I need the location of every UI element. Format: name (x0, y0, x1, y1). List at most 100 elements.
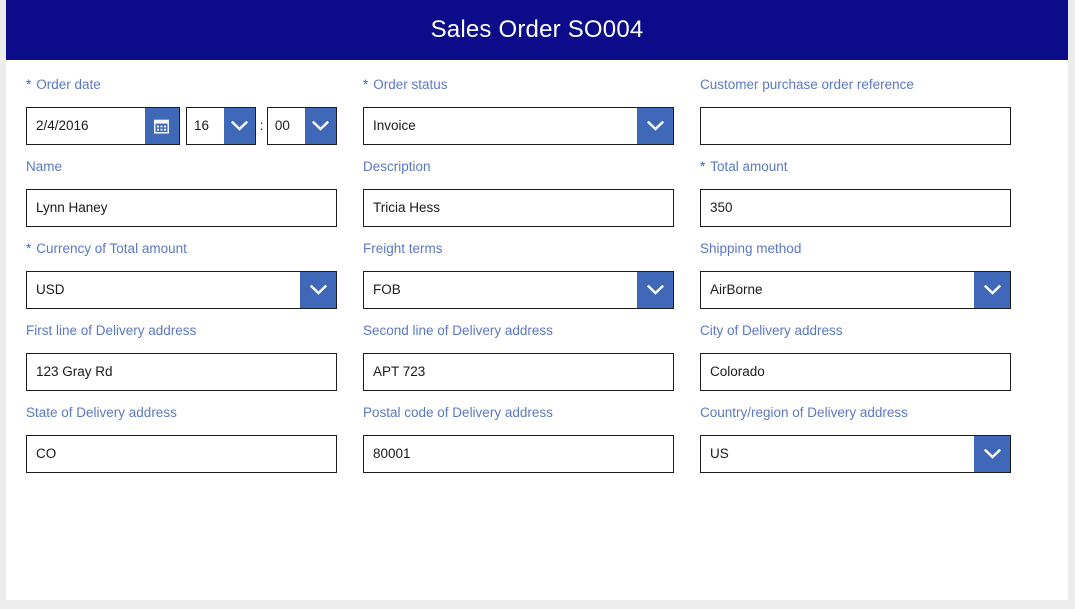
label-currency-of-total-amount: * Currency of Total amount (26, 241, 337, 257)
input-city-of-delivery-address[interactable]: Colorado (700, 353, 1011, 391)
label-order-status: * Order status (363, 77, 674, 93)
value-freight-terms[interactable]: FOB (364, 283, 637, 297)
form-row: First line of Delivery address 123 Gray R… (26, 323, 1048, 391)
calendar-icon[interactable] (144, 108, 179, 144)
label-first-line-of-delivery-address: First line of Delivery address (26, 323, 337, 339)
field-label-text: State of Delivery address (26, 405, 177, 420)
field-label-text: Customer purchase order reference (700, 77, 914, 92)
input-second-line-of-delivery-address[interactable]: APT 723 (363, 353, 674, 391)
chevron-down-icon[interactable] (300, 272, 336, 308)
input-name[interactable]: Lynn Haney (26, 189, 337, 227)
field-label-text: City of Delivery address (700, 323, 843, 338)
field-city-of-delivery-address: City of Delivery address Colorado (700, 323, 1011, 391)
field-first-line-of-delivery-address: First line of Delivery address 123 Gray R… (26, 323, 337, 391)
field-label-text: Postal code of Delivery address (363, 405, 553, 420)
field-label-text: Description (363, 159, 431, 174)
required-marker: * (363, 77, 369, 92)
field-shipping-method: Shipping method AirBorne (700, 241, 1011, 309)
value-country-region-of-delivery-address[interactable]: US (701, 447, 974, 461)
hour-stepper[interactable]: 16 (185, 107, 257, 145)
select-currency-of-total-amount[interactable]: USD (26, 271, 337, 309)
page-title: Sales Order SO004 (430, 16, 644, 43)
label-state-of-delivery-address: State of Delivery address (26, 405, 337, 421)
label-country-region-of-delivery-address: Country/region of Delivery address (700, 405, 1011, 421)
select-shipping-method[interactable]: AirBorne (700, 271, 1011, 309)
label-name: Name (26, 159, 337, 175)
sales-order-form: * Order date 2/4/2016 16:00 * Order status Inv… (6, 60, 1068, 473)
value-shipping-method[interactable]: AirBorne (701, 283, 974, 297)
field-label-text: Total amount (710, 159, 788, 174)
field-label-text: Shipping method (700, 241, 802, 256)
value-second-line-of-delivery-address[interactable]: APT 723 (364, 365, 673, 379)
chevron-down-icon[interactable] (974, 436, 1010, 472)
input-state-of-delivery-address[interactable]: CO (26, 435, 337, 473)
field-order-date: * Order date 2/4/2016 16:00 (26, 77, 337, 145)
form-row: * Currency of Total amount USD Freight term… (26, 241, 1048, 309)
field-second-line-of-delivery-address: Second line of Delivery address APT 723 (363, 323, 674, 391)
chevron-down-icon[interactable] (637, 108, 673, 144)
field-state-of-delivery-address: State of Delivery address CO (26, 405, 337, 473)
minute-value[interactable]: 00 (268, 119, 305, 133)
field-label-text: Order date (36, 77, 101, 92)
label-city-of-delivery-address: City of Delivery address (700, 323, 1011, 339)
value-total-amount[interactable]: 350 (701, 201, 1010, 215)
minute-stepper[interactable]: 00 (266, 107, 337, 145)
datetime-group-order-date: 2/4/2016 16:00 (26, 107, 337, 145)
input-total-amount[interactable]: 350 (700, 189, 1011, 227)
chevron-down-icon[interactable] (305, 108, 336, 144)
field-label-text: Order status (373, 77, 448, 92)
form-row: * Order date 2/4/2016 16:00 * Order status Inv… (26, 77, 1048, 145)
field-freight-terms: Freight terms FOB (363, 241, 674, 309)
date-input-order-date[interactable]: 2/4/2016 (26, 107, 180, 145)
chevron-down-icon[interactable] (974, 272, 1010, 308)
field-label-text: First line of Delivery address (26, 323, 197, 338)
form-row: State of Delivery address CO Postal code o… (26, 405, 1048, 473)
select-order-status[interactable]: Invoice (363, 107, 674, 145)
label-second-line-of-delivery-address: Second line of Delivery address (363, 323, 674, 339)
input-description[interactable]: Tricia Hess (363, 189, 674, 227)
window-header: Sales Order SO004 (6, 0, 1068, 60)
value-description[interactable]: Tricia Hess (364, 201, 673, 215)
label-description: Description (363, 159, 674, 175)
hour-value[interactable]: 16 (187, 119, 224, 133)
value-state-of-delivery-address[interactable]: CO (27, 447, 336, 461)
value-first-line-of-delivery-address[interactable]: 123 Gray Rd (27, 365, 336, 379)
field-label-text: Country/region of Delivery address (700, 405, 908, 420)
field-total-amount: * Total amount 350 (700, 159, 1011, 227)
field-country-region-of-delivery-address: Country/region of Delivery address US (700, 405, 1011, 473)
label-freight-terms: Freight terms (363, 241, 674, 257)
value-currency-of-total-amount[interactable]: USD (27, 283, 300, 297)
value-name[interactable]: Lynn Haney (27, 201, 336, 215)
input-postal-code-of-delivery-address[interactable]: 80001 (363, 435, 674, 473)
input-customer-purchase-order-reference[interactable] (700, 107, 1011, 145)
time-separator: : (259, 118, 264, 134)
field-label-text: Second line of Delivery address (363, 323, 553, 338)
sales-order-card: Sales Order SO004 * Order date 2/4/2016 16:… (6, 0, 1068, 600)
field-postal-code-of-delivery-address: Postal code of Delivery address 80001 (363, 405, 674, 473)
field-label-text: Name (26, 159, 63, 174)
label-order-date: * Order date (26, 77, 337, 93)
value-order-status[interactable]: Invoice (364, 119, 637, 133)
chevron-down-icon[interactable] (637, 272, 673, 308)
page-root: Sales Order SO004 * Order date 2/4/2016 16:… (0, 0, 1075, 609)
label-shipping-method: Shipping method (700, 241, 1011, 257)
field-name: Name Lynn Haney (26, 159, 337, 227)
value-postal-code-of-delivery-address[interactable]: 80001 (364, 447, 673, 461)
field-description: Description Tricia Hess (363, 159, 674, 227)
field-currency-of-total-amount: * Currency of Total amount USD (26, 241, 337, 309)
required-marker: * (26, 77, 32, 92)
label-customer-purchase-order-reference: Customer purchase order reference (700, 77, 1011, 93)
select-freight-terms[interactable]: FOB (363, 271, 674, 309)
value-city-of-delivery-address[interactable]: Colorado (701, 365, 1010, 379)
label-postal-code-of-delivery-address: Postal code of Delivery address (363, 405, 674, 421)
field-label-text: Freight terms (363, 241, 443, 256)
form-row: Name Lynn Haney Description Tricia Hess * Tot… (26, 159, 1048, 227)
select-country-region-of-delivery-address[interactable]: US (700, 435, 1011, 473)
label-total-amount: * Total amount (700, 159, 1011, 175)
chevron-down-icon[interactable] (224, 108, 256, 144)
input-first-line-of-delivery-address[interactable]: 123 Gray Rd (26, 353, 337, 391)
field-label-text: Currency of Total amount (36, 241, 187, 256)
required-marker: * (26, 241, 32, 256)
field-order-status: * Order status Invoice (363, 77, 674, 145)
date-value[interactable]: 2/4/2016 (27, 119, 145, 133)
